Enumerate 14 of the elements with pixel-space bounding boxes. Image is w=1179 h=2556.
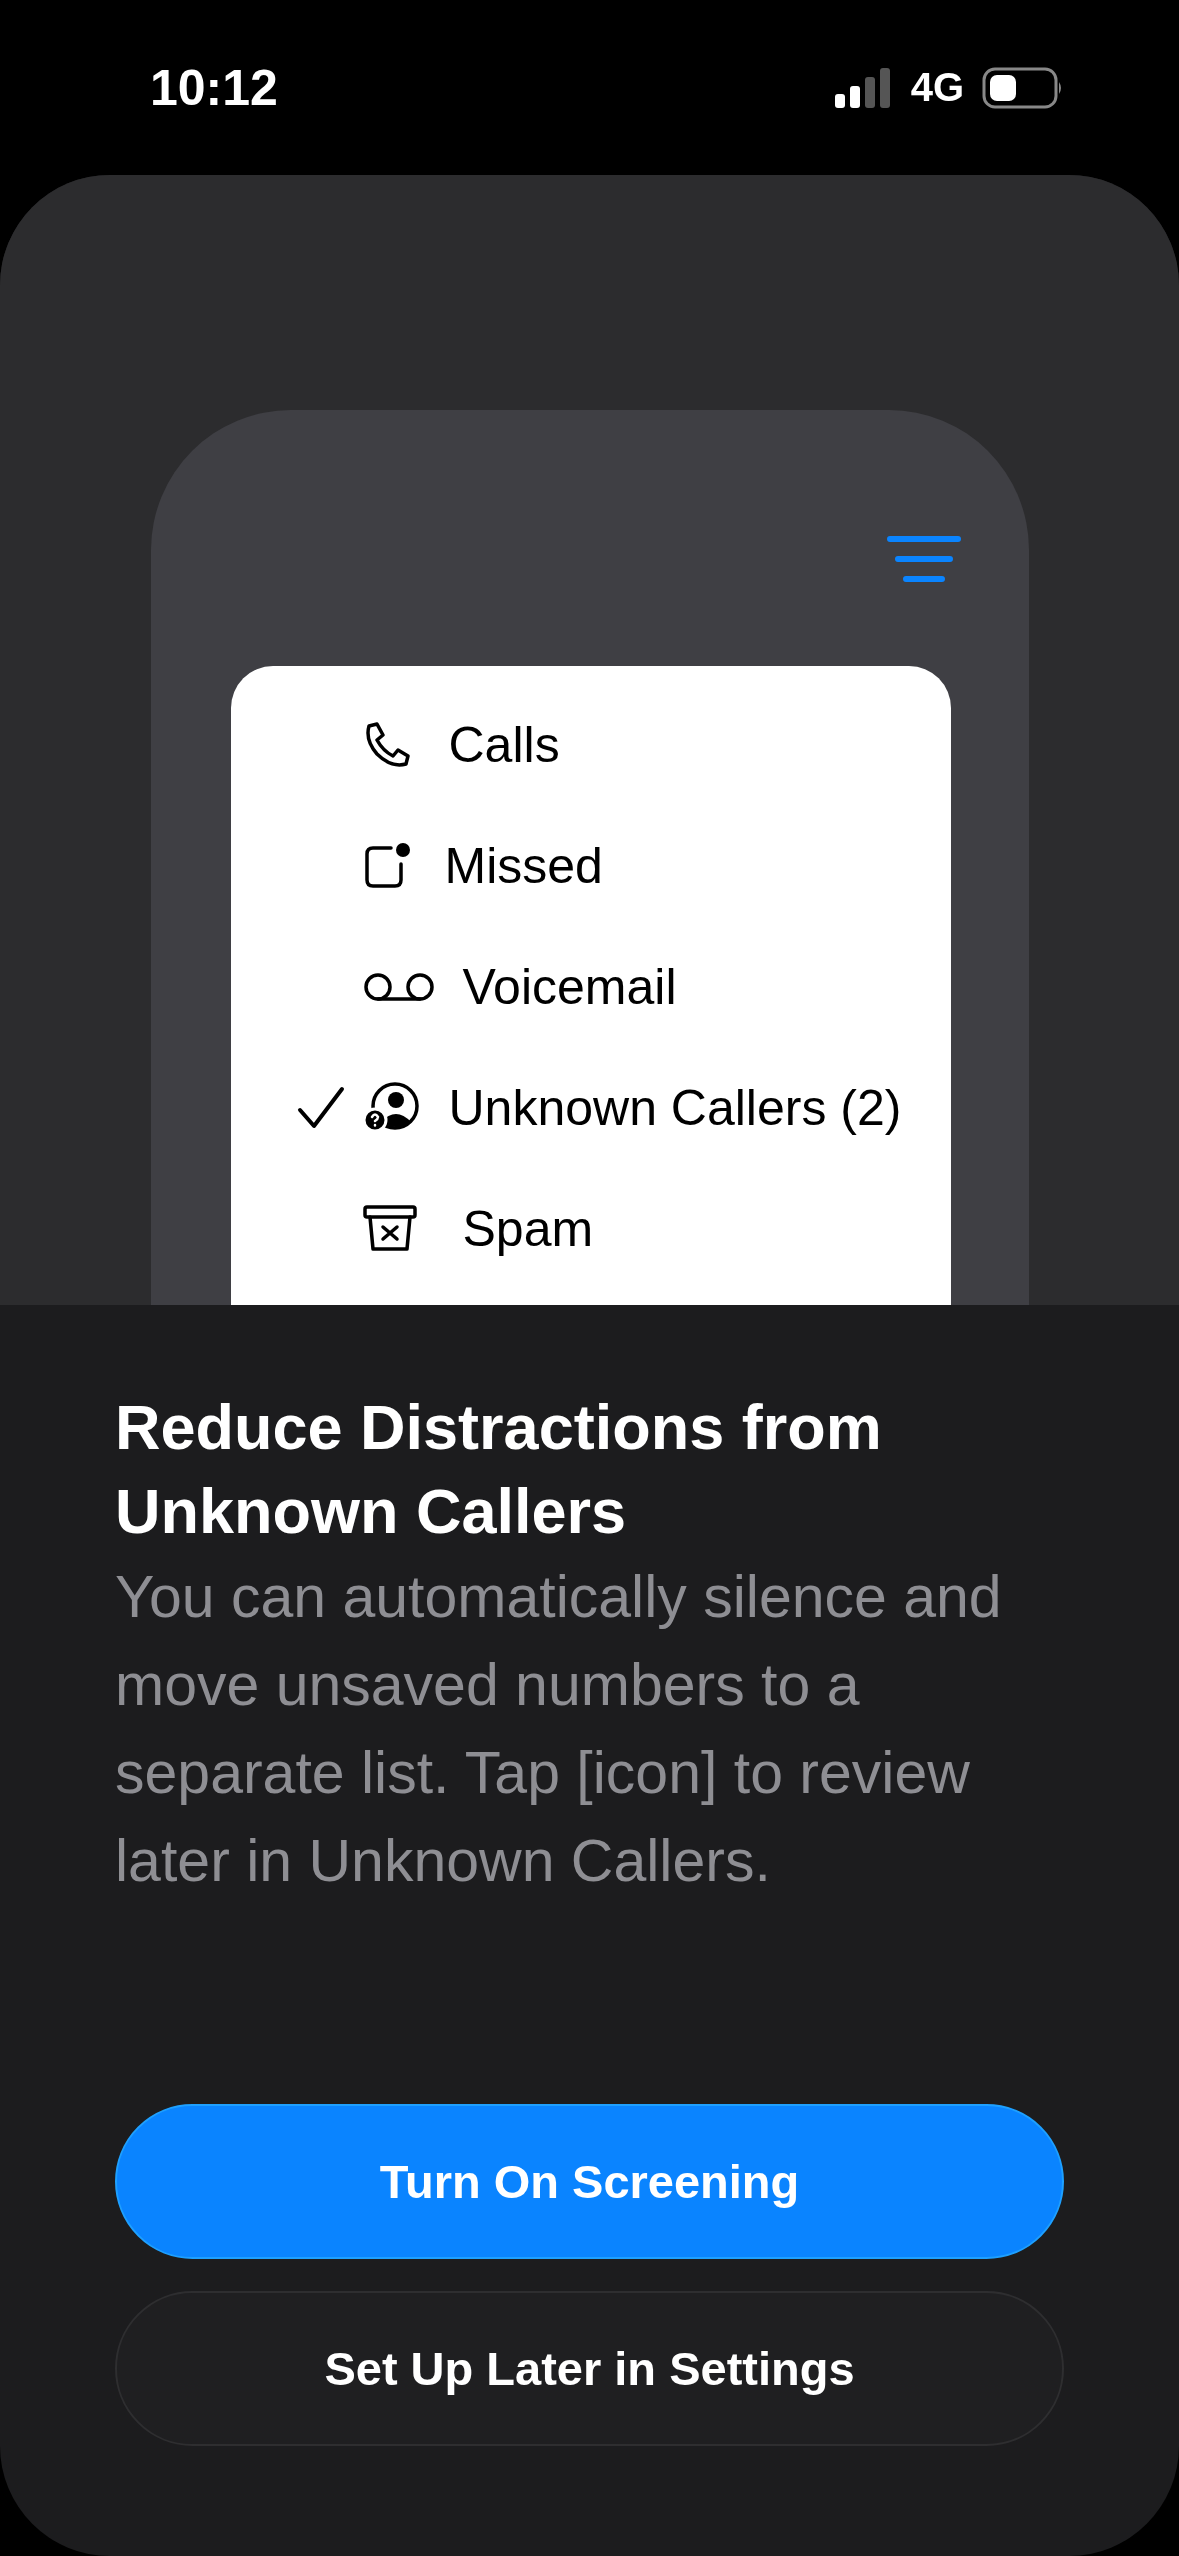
status-time: 10:12 <box>150 58 278 117</box>
menu-item[interactable]: Voicemail <box>440 957 677 1016</box>
menu-item[interactable]: Unknown Callers (2) <box>440 1078 902 1137</box>
signal-icon <box>832 67 893 108</box>
secondary-button[interactable]: Set Up Later in Settings <box>115 2291 1064 2446</box>
menu-item[interactable]: Calls <box>440 715 560 774</box>
primary-button[interactable]: Turn On Screening <box>115 2104 1064 2259</box>
sheet-title: Reduce Distractions from Unknown Callers <box>115 1391 883 1548</box>
battery-icon <box>982 66 1064 109</box>
menu-item[interactable]: Missed <box>440 836 603 895</box>
network-type: 4G <box>910 65 964 110</box>
menu-item[interactable]: Spam <box>440 1199 594 1258</box>
sheet-description: You can automatically silence and move unsaved numbers to a separate list. Tap [icon] to review later in Unknown Callers. <box>115 1563 1003 1896</box>
filter-icon[interactable] <box>886 535 961 583</box>
